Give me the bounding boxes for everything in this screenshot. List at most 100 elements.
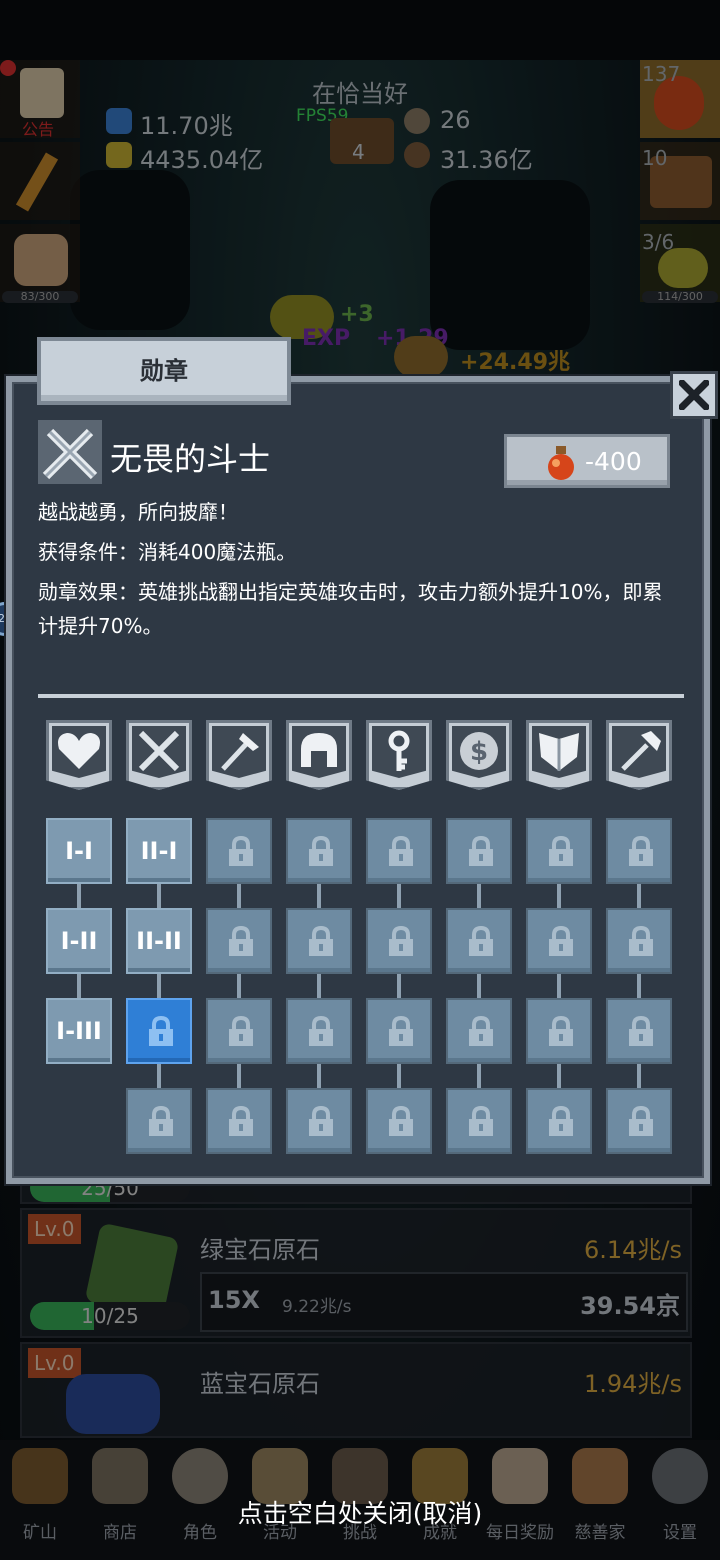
medal-node-locked[interactable] <box>206 998 272 1064</box>
tree-connector <box>557 1064 561 1088</box>
medal-node-locked[interactable] <box>526 998 592 1064</box>
lock-icon <box>549 836 573 866</box>
tree-connector <box>637 974 641 998</box>
lock-icon <box>149 1106 173 1136</box>
lock-icon <box>469 836 493 866</box>
medal-node-locked[interactable] <box>606 908 672 974</box>
category-helmet[interactable] <box>286 720 352 790</box>
lock-icon <box>389 926 413 956</box>
medal-node-selected-locked[interactable] <box>126 998 192 1064</box>
medal-node-I-II[interactable]: I-II <box>46 908 112 974</box>
medal-node-locked[interactable] <box>526 1088 592 1154</box>
medal-node-locked[interactable] <box>366 908 432 974</box>
category-key[interactable] <box>366 720 432 790</box>
close-hint[interactable]: 点击空白处关闭(取消) <box>0 1494 720 1530</box>
helmet-icon <box>301 733 337 767</box>
key-icon <box>388 730 410 771</box>
tree-connector <box>397 974 401 998</box>
lock-icon <box>229 926 253 956</box>
medal-node-locked[interactable] <box>286 818 352 884</box>
tree-connector <box>157 974 161 998</box>
medal-node-locked[interactable] <box>286 908 352 974</box>
coin-icon: $ <box>460 732 498 770</box>
panel-title: 勋章 <box>140 357 188 385</box>
tree-connector <box>77 884 81 908</box>
medal-motto: 越战越勇，所向披靡！ <box>38 500 238 524</box>
medal-node-locked[interactable] <box>206 1088 272 1154</box>
lock-icon <box>469 926 493 956</box>
tree-connector <box>317 1064 321 1088</box>
tree-connector <box>477 1064 481 1088</box>
potion-icon <box>548 446 574 480</box>
medal-node-locked[interactable] <box>606 998 672 1064</box>
panel-tab: 勋章 <box>37 337 291 405</box>
medal-node-label: II-II <box>136 927 182 955</box>
category-coin[interactable]: $ <box>446 720 512 790</box>
medal-node-I-III[interactable]: I-III <box>46 998 112 1064</box>
lock-icon <box>149 1016 173 1046</box>
heart-icon <box>58 733 100 769</box>
lock-icon <box>549 1106 573 1136</box>
hammer-icon <box>621 731 661 771</box>
medal-condition: 获得条件：消耗400魔法瓶。 <box>38 540 297 564</box>
medal-node-locked[interactable] <box>206 818 272 884</box>
medal-node-locked[interactable] <box>366 818 432 884</box>
lock-icon <box>229 1106 253 1136</box>
medal-node-label: I-III <box>56 1017 102 1045</box>
lock-icon <box>629 1016 653 1046</box>
axe-icon <box>221 733 259 771</box>
medal-node-locked[interactable] <box>526 908 592 974</box>
medal-name: 无畏的斗士 <box>110 440 271 478</box>
category-hammer[interactable] <box>606 720 672 790</box>
medal-node-locked[interactable] <box>606 818 672 884</box>
tree-connector <box>477 884 481 908</box>
lock-icon <box>469 1106 493 1136</box>
category-sword[interactable] <box>126 720 192 790</box>
tree-connector <box>237 974 241 998</box>
lock-icon <box>549 926 573 956</box>
shield-icon <box>539 733 579 771</box>
medal-node-locked[interactable] <box>366 1088 432 1154</box>
medal-node-locked[interactable] <box>446 998 512 1064</box>
tree-connector <box>237 1064 241 1088</box>
category-axe[interactable] <box>206 720 272 790</box>
medal-node-locked[interactable] <box>126 1088 192 1154</box>
lock-icon <box>549 1016 573 1046</box>
lock-icon <box>229 836 253 866</box>
category-shield[interactable] <box>526 720 592 790</box>
divider <box>38 694 684 698</box>
redeem-button[interactable]: -400 <box>504 434 670 488</box>
medal-node-locked[interactable] <box>286 1088 352 1154</box>
medal-node-locked[interactable] <box>286 998 352 1064</box>
lock-icon <box>629 836 653 866</box>
medal-node-II-I[interactable]: II-I <box>126 818 192 884</box>
medal-node-locked[interactable] <box>446 1088 512 1154</box>
category-heart[interactable] <box>46 720 112 790</box>
medal-node-locked[interactable] <box>366 998 432 1064</box>
svg-text:$: $ <box>470 737 488 767</box>
tree-connector <box>317 884 321 908</box>
tree-connector <box>397 884 401 908</box>
tree-connector <box>157 1064 161 1088</box>
medal-node-locked[interactable] <box>446 818 512 884</box>
tree-connector <box>397 1064 401 1088</box>
tree-connector <box>477 974 481 998</box>
medal-node-label: I-II <box>60 927 98 955</box>
lock-icon <box>469 1016 493 1046</box>
lock-icon <box>309 926 333 956</box>
medal-node-locked[interactable] <box>606 1088 672 1154</box>
tree-connector <box>557 884 561 908</box>
tree-connector <box>157 884 161 908</box>
medal-node-locked[interactable] <box>446 908 512 974</box>
medal-node-locked[interactable] <box>206 908 272 974</box>
medal-node-locked[interactable] <box>526 818 592 884</box>
lock-icon <box>389 1016 413 1046</box>
tree-connector <box>237 884 241 908</box>
medal-node-I-I[interactable]: I-I <box>46 818 112 884</box>
medal-node-II-II[interactable]: II-II <box>126 908 192 974</box>
lock-icon <box>309 1106 333 1136</box>
close-button[interactable] <box>670 371 718 419</box>
crossed-swords-icon <box>38 420 102 484</box>
medal-node-label: I-I <box>65 837 93 865</box>
tree-connector <box>77 974 81 998</box>
